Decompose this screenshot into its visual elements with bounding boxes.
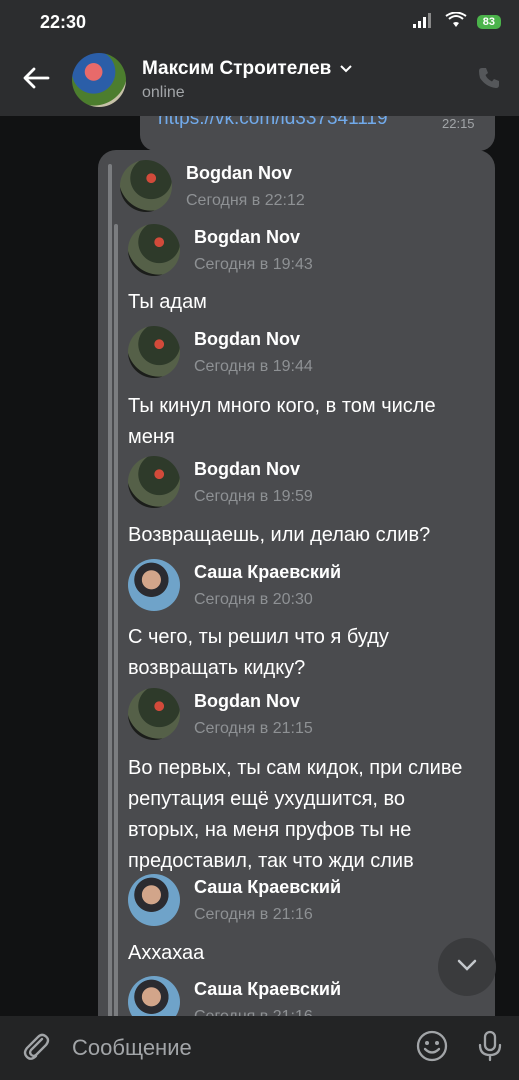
contact-name: Максим Строителев — [142, 58, 332, 79]
author-time: Сегодня в 19:44 — [194, 357, 313, 375]
chevron-down-icon — [339, 58, 353, 80]
list-item[interactable]: Саша Краевский Сегодня в 21:16 — [128, 976, 341, 1016]
author-time: Сегодня в 21:16 — [194, 1007, 313, 1017]
author-name: Bogdan Nov — [186, 162, 292, 183]
author-name: Bogdan Nov — [194, 458, 300, 479]
call-button[interactable] — [459, 66, 519, 95]
phone-icon — [477, 66, 501, 95]
list-item[interactable]: Bogdan Nov Сегодня в 19:43 — [128, 224, 313, 276]
forward-quote-line-inner — [114, 224, 118, 1016]
avatar — [128, 326, 180, 378]
message-text: Аххахаа — [128, 942, 205, 964]
arrow-left-icon — [22, 66, 50, 95]
avatar — [128, 688, 180, 740]
avatar — [128, 976, 180, 1016]
voice-button[interactable] — [461, 1030, 519, 1067]
contact-info[interactable]: Максим Строителев online — [142, 58, 459, 102]
author-name: Bogdan Nov — [194, 690, 300, 711]
author-name: Саша Краевский — [194, 876, 342, 897]
author-time: Сегодня в 19:43 — [194, 255, 313, 273]
microphone-icon — [478, 1030, 502, 1067]
smile-icon — [416, 1030, 448, 1067]
author-name: Саша Краевский — [194, 561, 342, 582]
avatar — [128, 874, 180, 926]
chevron-down-icon — [456, 958, 478, 977]
back-button[interactable] — [0, 44, 72, 116]
paperclip-icon — [22, 1031, 50, 1066]
author-name: Саша Краевский — [194, 978, 342, 999]
avatar — [128, 559, 180, 611]
message-text: Возвращаешь, или делаю слив? — [128, 524, 431, 546]
message-text: Ты адам — [128, 291, 207, 313]
avatar — [128, 456, 180, 508]
status-time: 22:30 — [40, 11, 87, 32]
avatar — [120, 160, 172, 212]
forward-author[interactable]: Bogdan Nov Сегодня в 22:12 — [120, 160, 305, 212]
contact-status: online — [142, 84, 185, 101]
author-time: Сегодня в 20:30 — [194, 590, 313, 608]
list-item[interactable]: Bogdan Nov Сегодня в 19:44 — [128, 326, 313, 378]
previous-message-link[interactable]: https://vk.com/id337341119 — [158, 116, 388, 130]
emoji-button[interactable] — [403, 1030, 461, 1067]
avatar — [128, 224, 180, 276]
message-composer — [0, 1016, 519, 1080]
forward-quote-line — [108, 164, 112, 1016]
attach-button[interactable] — [0, 1031, 72, 1066]
list-item[interactable]: Bogdan Nov Сегодня в 19:59 — [128, 456, 313, 508]
author-name: Bogdan Nov — [194, 328, 300, 349]
list-item[interactable]: Саша Краевский Сегодня в 20:30 — [128, 559, 341, 611]
battery-indicator: 83 — [476, 15, 501, 29]
author-name: Bogdan Nov — [194, 226, 300, 247]
wifi-icon — [445, 11, 467, 33]
author-time: Сегодня в 19:59 — [194, 487, 313, 505]
previous-message-time: 22:15 — [442, 116, 475, 131]
message-input[interactable] — [72, 1035, 403, 1061]
status-bar: 22:30 83 — [0, 0, 519, 44]
list-item[interactable]: Bogdan Nov Сегодня в 21:15 — [128, 688, 313, 740]
author-time: Сегодня в 21:15 — [194, 719, 313, 737]
message-text: Во первых, ты сам кидок, при сливе репут… — [128, 757, 463, 872]
signal-icon — [412, 12, 435, 33]
message-list[interactable]: https://vk.com/id337341119 22:15 Bogdan … — [0, 116, 519, 1016]
message-text: Ты кинул много кого, в том числе меня — [128, 395, 436, 448]
chat-header: Максим Строителев online — [0, 44, 519, 116]
author-time: Сегодня в 21:16 — [194, 905, 313, 923]
scroll-down-button[interactable] — [438, 938, 496, 996]
contact-avatar[interactable] — [72, 53, 126, 107]
list-item[interactable]: Саша Краевский Сегодня в 21:16 — [128, 874, 341, 926]
message-text: С чего, ты решил что я буду возвращать к… — [128, 626, 389, 679]
author-time: Сегодня в 22:12 — [186, 191, 305, 209]
